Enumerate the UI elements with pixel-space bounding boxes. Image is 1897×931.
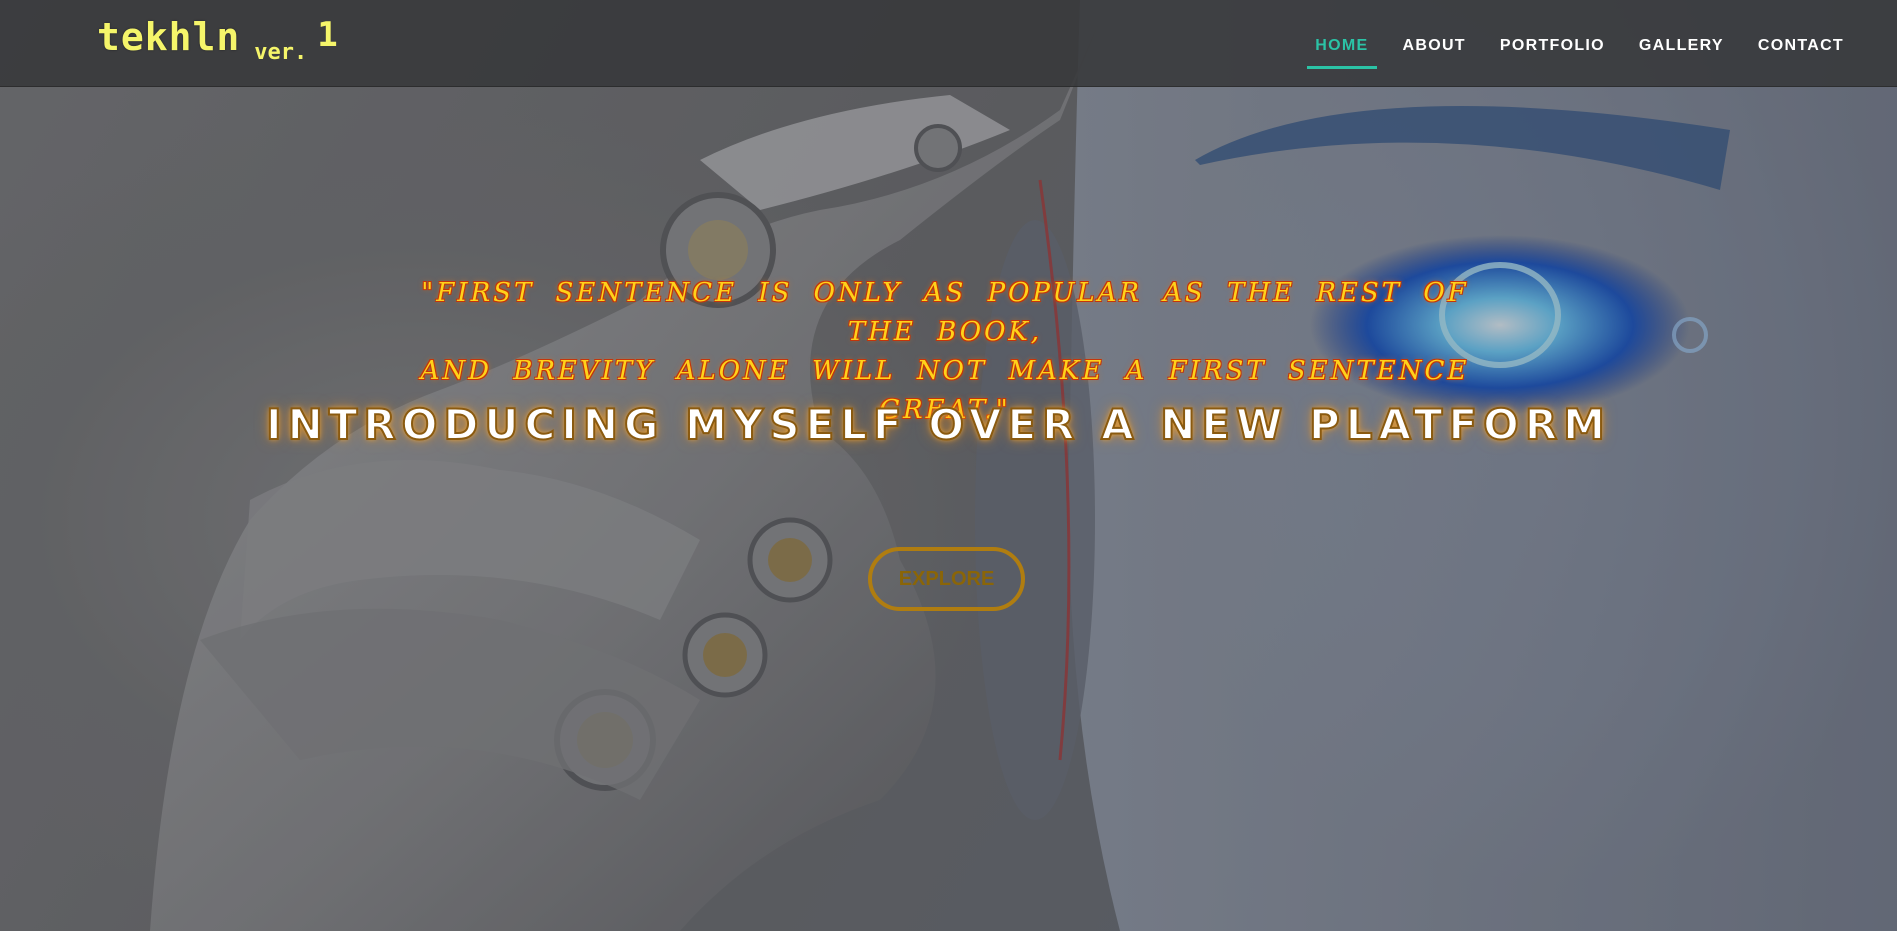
explore-button[interactable]: EXPLORE <box>868 547 1025 611</box>
nav-item-portfolio: PORTFOLIO <box>1483 0 1622 87</box>
hero-section <box>0 0 1897 931</box>
brand-logo[interactable]: tekhln ver. 1 <box>97 14 338 70</box>
hero-quote-line-1: "First sentence is only as popular as th… <box>421 278 1469 347</box>
nav-item-contact: CONTACT <box>1741 0 1861 87</box>
brand-name: tekhln <box>97 15 241 59</box>
nav-link-portfolio[interactable]: PORTFOLIO <box>1483 0 1622 87</box>
top-navbar: tekhln ver. 1 HOME ABOUT PORTFOLIO GALLE… <box>0 0 1897 87</box>
nav-link-home[interactable]: HOME <box>1298 0 1385 87</box>
brand-version-number: 1 <box>317 15 338 55</box>
nav-item-gallery: GALLERY <box>1622 0 1741 87</box>
nav-item-home: HOME <box>1298 0 1385 87</box>
nav-link-gallery[interactable]: GALLERY <box>1622 0 1741 87</box>
nav-link-contact[interactable]: CONTACT <box>1741 0 1861 87</box>
nav-link-about[interactable]: ABOUT <box>1386 0 1483 87</box>
main-nav: HOME ABOUT PORTFOLIO GALLERY CONTACT <box>1298 0 1861 87</box>
hero-headline: INTRODUCING MYSELF OVER A NEW PLATFORM <box>265 399 1611 450</box>
brand-version-prefix: ver. <box>254 40 308 65</box>
nav-item-about: ABOUT <box>1386 0 1483 87</box>
